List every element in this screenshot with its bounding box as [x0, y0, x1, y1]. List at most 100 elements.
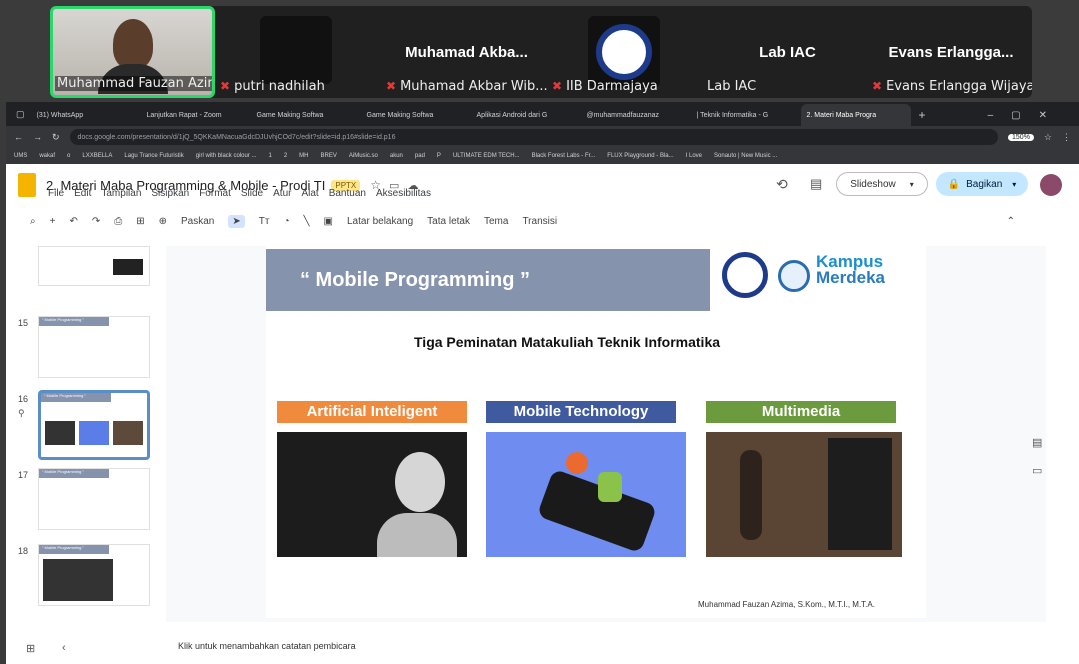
participant-tile[interactable]: Evans Erlangga... ✖ Evans Erlangga Wijaya — [870, 6, 1032, 98]
menu-item[interactable]: Bantuan — [329, 188, 366, 199]
bookmark-item[interactable]: LXXBELLA — [82, 153, 112, 159]
speaker-notes[interactable]: Klik untuk menambahkan catatan pembicara — [178, 641, 356, 651]
new-tab-icon[interactable]: + — [911, 108, 934, 126]
back-icon[interactable]: ← — [14, 132, 23, 142]
paint-format-icon[interactable]: ⊞ — [136, 216, 144, 227]
browser-tab[interactable]: | Teknik Informatika - G — [691, 104, 801, 126]
bookmark-item[interactable]: 2 — [284, 153, 287, 159]
grid-view-icon[interactable]: ⊞ — [26, 642, 35, 655]
bookmark-item[interactable]: pad — [415, 153, 425, 159]
participant-tile[interactable]: Muhamad Akba... ✖ Muhamad Akbar Wib... — [384, 6, 549, 98]
menu-item[interactable]: Tampilan — [101, 188, 141, 199]
layout-button[interactable]: Tata letak — [427, 216, 470, 227]
menu-item[interactable]: Atur — [273, 188, 291, 199]
bookmark-item[interactable]: P — [437, 153, 441, 159]
bookmark-star-icon[interactable]: ☆ — [1044, 132, 1052, 143]
bookmark-item[interactable]: ULTIMATE EDM TECH... — [453, 153, 520, 159]
slideshow-button[interactable]: Slideshow ▾ — [836, 172, 928, 196]
browser-tab[interactable]: Game Making Softwa — [361, 104, 471, 126]
search-menus-icon[interactable]: ⌕ — [30, 216, 36, 227]
menu-item[interactable]: Sisipkan — [151, 188, 189, 199]
bookmark-item[interactable]: MH — [299, 153, 308, 159]
bookmark-item[interactable]: o — [67, 153, 70, 159]
redo-icon[interactable]: ↷ — [92, 216, 100, 227]
window-controls[interactable]: –▢✕ — [974, 110, 1079, 126]
browser-tab[interactable]: (31) WhatsApp — [31, 104, 141, 126]
bookmark-item[interactable]: AiMusic.so — [349, 153, 378, 159]
theme-button[interactable]: Tema — [484, 216, 508, 227]
slide-thumbnail-selected[interactable]: “ Mobile Programming ” — [38, 390, 150, 460]
side-panel-notes-icon[interactable]: ▤ — [1032, 436, 1042, 449]
url-field[interactable]: docs.google.com/presentation/d/1jQ_5QKKa… — [69, 129, 999, 145]
slide-thumbnail[interactable]: “ Mobile Programming ” — [38, 544, 150, 606]
browser-tab[interactable]: @muhammadfauzanaz — [581, 104, 691, 126]
category-ai-label[interactable]: Artificial Inteligent — [277, 401, 467, 423]
menu-item[interactable]: Aksesibilitas — [376, 188, 431, 199]
zoom-select[interactable]: Paskan — [181, 216, 214, 227]
current-slide[interactable]: “ Mobile Programming ” Kampus Merdeka Tig… — [266, 246, 926, 618]
menu-item[interactable]: File — [48, 188, 64, 199]
participant-tile[interactable]: ✖ IIB Darmajaya — [550, 6, 700, 98]
slide-subtitle[interactable]: Tiga Peminatan Matakuliah Teknik Informa… — [414, 334, 720, 350]
bookmark-item[interactable]: I Love — [686, 153, 702, 159]
comment-add-icon[interactable]: ▣ — [324, 216, 333, 227]
category-mobile-label[interactable]: Mobile Technology — [486, 401, 676, 423]
select-cursor-icon[interactable]: ➤ — [228, 214, 245, 228]
bookmark-item[interactable]: BREV — [321, 153, 337, 159]
slide-thumbnail[interactable]: “ Mobile Programming ” — [38, 316, 150, 378]
thumbnail-image — [113, 259, 143, 275]
menu-dots-icon[interactable]: ⋮ — [1062, 132, 1071, 143]
reload-icon[interactable]: ↻ — [52, 132, 60, 143]
slide-banner[interactable]: “ Mobile Programming ” — [266, 249, 710, 311]
participant-face — [113, 19, 153, 69]
bookmark-item[interactable]: FLUX Playground - Bla... — [607, 153, 673, 159]
add-icon[interactable]: + — [50, 216, 56, 227]
slides-logo-icon[interactable] — [18, 173, 36, 197]
undo-icon[interactable]: ↶ — [69, 216, 77, 227]
shape-icon[interactable]: ◔ — [283, 216, 289, 227]
bookmark-item[interactable]: wakaf — [39, 153, 55, 159]
browser-tab[interactable]: Aplikasi Android dari G — [471, 104, 581, 126]
bookmark-item[interactable]: Black Forest Labs - Fr... — [532, 153, 596, 159]
avatar[interactable] — [1040, 174, 1062, 196]
bookmark-item[interactable]: 1 — [268, 153, 271, 159]
text-box-icon[interactable]: Tт — [259, 216, 270, 227]
bookmark-item[interactable]: Lagu Trance Futuristik — [124, 153, 183, 159]
menu-item[interactable]: Edit — [74, 188, 91, 199]
menu-item[interactable]: Format — [199, 188, 231, 199]
print-icon[interactable]: ⎙ — [114, 216, 122, 227]
browser-tab-active[interactable]: 2. Materi Maba Progra — [800, 104, 911, 126]
share-button[interactable]: 🔒 Bagikan ▾ — [936, 172, 1028, 196]
history-icon[interactable]: ⟲ — [776, 176, 788, 193]
browser-tab[interactable]: Lanjutkan Rapat - Zoom — [141, 104, 251, 126]
slide-thumbnail[interactable] — [38, 246, 150, 286]
menu-item[interactable]: Alat — [301, 188, 318, 199]
mobile-technology-image[interactable] — [486, 432, 686, 557]
zoom-level-badge[interactable]: 150% — [1008, 133, 1034, 141]
slide-thumbnail[interactable]: “ Mobile Programming ” — [38, 468, 150, 530]
chevron-left-icon[interactable]: ‹ — [62, 642, 66, 654]
chevron-down-icon[interactable]: ▾ — [910, 180, 914, 189]
side-panel-folder-icon[interactable]: ▭ — [1032, 464, 1042, 477]
line-icon[interactable]: ╲ — [304, 216, 310, 227]
forward-icon[interactable]: → — [33, 132, 42, 142]
background-button[interactable]: Latar belakang — [347, 216, 413, 227]
participant-tile[interactable]: ✖ putri nadhilah — [218, 6, 383, 98]
participant-tile[interactable]: Lab IAC Lab IAC — [705, 6, 870, 98]
category-multimedia-label[interactable]: Multimedia — [706, 401, 896, 423]
tab-search-icon[interactable]: ▢ — [10, 109, 31, 126]
zoom-icon[interactable]: ⊕ — [159, 216, 167, 227]
bookmark-item[interactable]: Sonauto | New Music ... — [714, 153, 777, 159]
comments-icon[interactable]: ▤ — [810, 176, 822, 192]
multimedia-image[interactable] — [706, 432, 902, 557]
transition-button[interactable]: Transisi — [522, 216, 557, 227]
collapse-toolbar-icon[interactable]: ⌃ — [1007, 216, 1015, 227]
chevron-down-icon[interactable]: ▾ — [1012, 180, 1016, 189]
browser-tab[interactable]: Game Making Softwa — [251, 104, 361, 126]
bookmark-item[interactable]: akun — [390, 153, 403, 159]
participant-tile-video[interactable]: Muhammad Fauzan Azima — [50, 6, 215, 98]
ai-robot-image[interactable] — [277, 432, 467, 557]
menu-item[interactable]: Slide — [241, 188, 263, 199]
bookmark-item[interactable]: UMS — [14, 153, 27, 159]
bookmark-item[interactable]: girl with black colour ... — [196, 153, 257, 159]
